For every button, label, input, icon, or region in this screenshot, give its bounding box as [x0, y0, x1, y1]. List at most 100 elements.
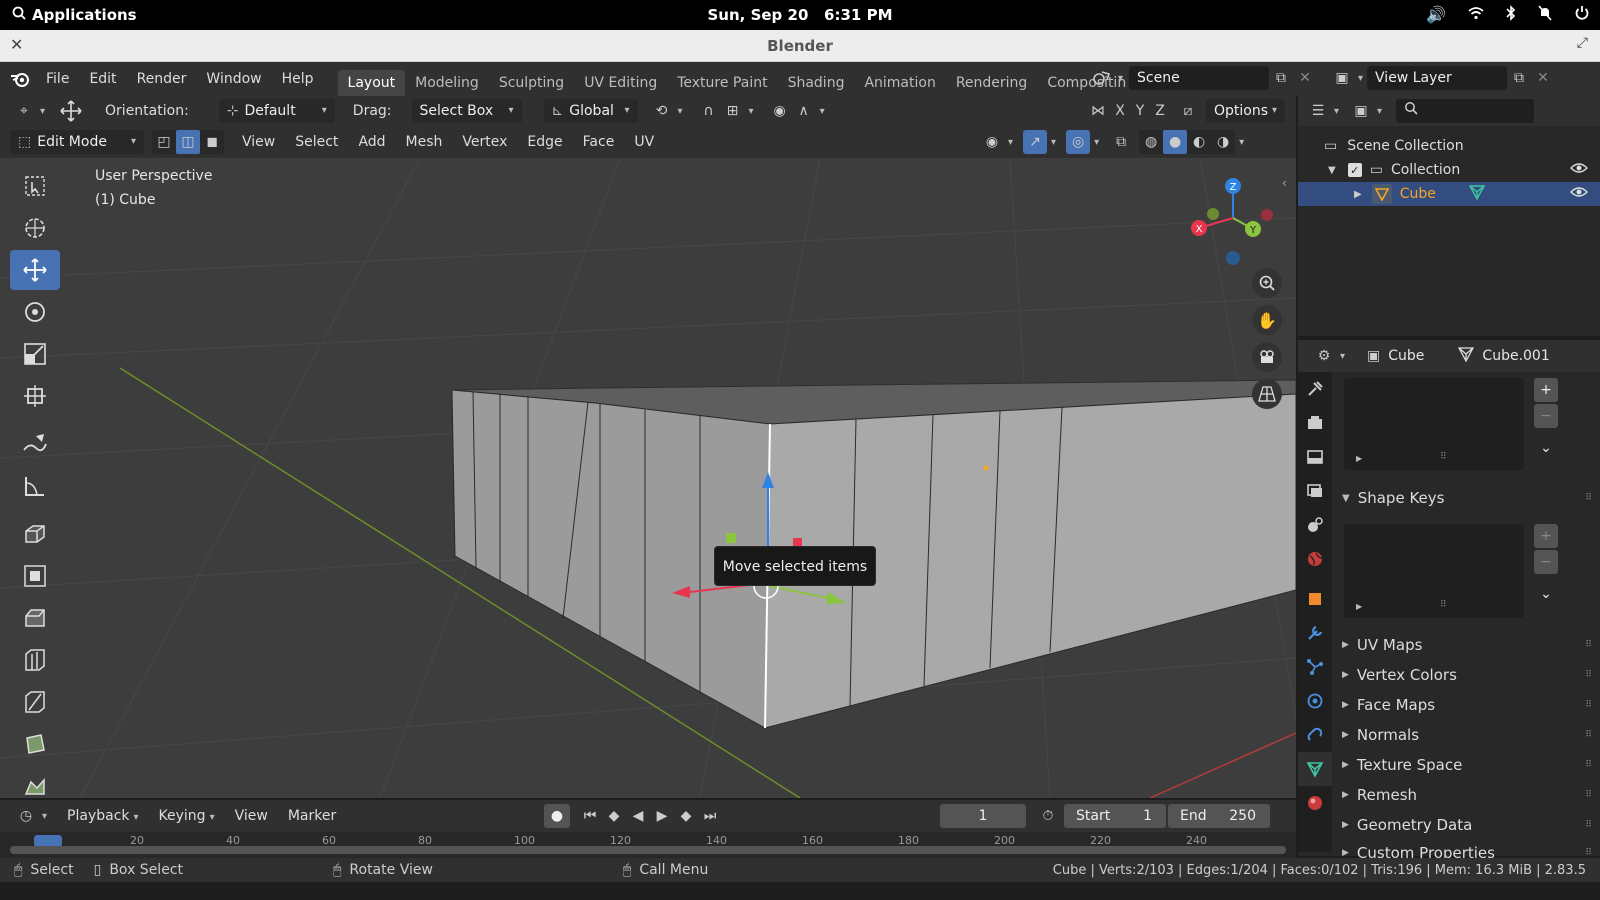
menu-playback[interactable]: Playback ▾	[57, 803, 149, 829]
snap-increment-icon[interactable]: ⊞	[721, 99, 745, 123]
3d-viewport[interactable]: User Perspective (1) Cube Z X Y ‹ ✋	[0, 158, 1296, 798]
material-shading-icon[interactable]: ◐	[1187, 130, 1211, 154]
panel-remesh[interactable]: ▶ Remesh ⠿	[1332, 780, 1600, 810]
play-icon[interactable]: ▶	[650, 804, 674, 828]
perspective-grid-icon[interactable]	[1252, 379, 1282, 409]
menu-select[interactable]: Select	[285, 129, 348, 155]
physics-tab-icon[interactable]	[1298, 684, 1332, 718]
tab-rendering[interactable]: Rendering	[946, 70, 1038, 96]
sidebar-toggle-icon[interactable]: ‹	[1282, 176, 1287, 190]
vertex-select-icon[interactable]: ◰	[152, 130, 176, 154]
visibility-eye-icon[interactable]: ◉	[980, 130, 1004, 154]
delete-view-layer-icon[interactable]: ✕	[1531, 66, 1555, 90]
menu-render[interactable]: Render	[127, 66, 197, 92]
pan-hand-icon[interactable]: ✋	[1252, 305, 1282, 335]
camera-view-icon[interactable]	[1252, 342, 1282, 372]
wifi-icon[interactable]	[1468, 5, 1484, 25]
panel-uv-maps[interactable]: ▶ UV Maps ⠿	[1332, 630, 1600, 660]
view-layer-icon[interactable]: ▣	[1330, 66, 1354, 90]
properties-editor-type-icon[interactable]: ⚙	[1312, 344, 1336, 368]
drag-handle[interactable]: ⠿	[1585, 820, 1592, 830]
menu-edit[interactable]: Edit	[79, 66, 126, 92]
scale-tool-icon[interactable]	[10, 334, 60, 374]
mesh-data-icon[interactable]	[1468, 183, 1486, 205]
panel-vertex-colors[interactable]: ▶ Vertex Colors ⠿	[1332, 660, 1600, 690]
timeline-editor-type-icon[interactable]: ◷	[14, 804, 38, 828]
annotate-tool-icon[interactable]	[10, 424, 60, 464]
vertex-groups-list[interactable]: ▶ ⠿	[1344, 378, 1524, 470]
volume-icon[interactable]: 🔊	[1426, 5, 1446, 25]
tab-shading[interactable]: Shading	[778, 70, 855, 96]
object-tab-icon[interactable]	[1298, 582, 1332, 616]
current-frame-field[interactable]: 1	[940, 804, 1026, 828]
drag-handle[interactable]: ⠿	[1585, 640, 1592, 650]
blender-logo-icon[interactable]	[8, 67, 32, 91]
tab-uv-editing[interactable]: UV Editing	[574, 70, 667, 96]
menu-marker[interactable]: Marker	[278, 803, 346, 829]
display-mode-icon[interactable]: ▣	[1349, 99, 1373, 123]
vertex-group-specials-button[interactable]: ⌄	[1534, 436, 1558, 460]
face-select-icon[interactable]: ◼	[200, 130, 224, 154]
proportional-edit-icon[interactable]: ◉	[768, 99, 792, 123]
orientation-dropdown[interactable]: ⊹ Default ▾	[218, 99, 335, 123]
outliner-search-input[interactable]	[1396, 99, 1535, 123]
falloff-curve-icon[interactable]: ∧	[792, 99, 816, 123]
menu-view[interactable]: View	[232, 129, 285, 155]
outliner-editor-type-icon[interactable]: ☰	[1306, 99, 1330, 123]
drag-handle[interactable]: ⠿	[1585, 760, 1592, 770]
tab-layout[interactable]: Layout	[337, 70, 406, 96]
mirror-z-toggle[interactable]: Z	[1150, 99, 1170, 123]
jump-start-icon[interactable]: ⏮	[578, 804, 602, 828]
list-resize-handle[interactable]: ⠿	[1440, 452, 1447, 462]
menu-help[interactable]: Help	[272, 66, 324, 92]
view-layer-tab-icon[interactable]	[1298, 474, 1332, 508]
rendered-shading-icon[interactable]: ◑	[1211, 130, 1235, 154]
outliner-collection[interactable]: ▼ ✓ ▭ Collection	[1298, 158, 1600, 182]
render-tab-icon[interactable]	[1298, 406, 1332, 440]
new-scene-icon[interactable]: ⧉	[1269, 66, 1293, 90]
tab-modeling[interactable]: Modeling	[405, 70, 489, 96]
snap-magnet-icon[interactable]: ∩	[697, 99, 721, 123]
prev-keyframe-icon[interactable]: ◆	[602, 804, 626, 828]
menu-add[interactable]: Add	[348, 129, 395, 155]
shape-keys-drag-handle[interactable]: ⠿	[1585, 493, 1592, 503]
menu-window[interactable]: Window	[196, 66, 271, 92]
options-dropdown[interactable]: Options ▾	[1206, 99, 1286, 123]
output-tab-icon[interactable]	[1298, 440, 1332, 474]
zoom-icon[interactable]	[1252, 268, 1282, 298]
add-shape-key-button[interactable]: +	[1534, 524, 1558, 548]
solid-shading-icon[interactable]: ●	[1163, 130, 1188, 154]
breadcrumb-mesh[interactable]: Cube.001	[1482, 348, 1549, 364]
menu-timeline-view[interactable]: View	[225, 803, 278, 829]
shape-keys-list-expand-icon[interactable]: ▶	[1356, 602, 1362, 611]
edge-select-icon[interactable]: ◫	[176, 130, 200, 154]
outliner-cube[interactable]: ▶ Cube	[1298, 182, 1600, 206]
cube-visibility-icon[interactable]	[1570, 186, 1588, 202]
inset-tool-icon[interactable]	[10, 556, 60, 596]
move-tool-active-icon[interactable]	[10, 250, 60, 290]
breadcrumb-object[interactable]: Cube	[1388, 348, 1424, 364]
drag-dropdown[interactable]: Select Box ▾	[411, 99, 522, 123]
mirror-x-toggle[interactable]: X	[1110, 99, 1130, 123]
drag-handle[interactable]: ⠿	[1585, 848, 1592, 858]
mode-dropdown[interactable]: ⬚ Edit Mode ▾	[10, 130, 144, 154]
notifications-off-icon[interactable]	[1538, 5, 1552, 25]
play-reverse-icon[interactable]: ◀	[626, 804, 650, 828]
measure-tool-icon[interactable]	[10, 466, 60, 506]
new-view-layer-icon[interactable]: ⧉	[1507, 66, 1531, 90]
menu-vertex[interactable]: Vertex	[452, 129, 517, 155]
tab-animation[interactable]: Animation	[854, 70, 945, 96]
menu-face[interactable]: Face	[573, 129, 625, 155]
extrude-tool-icon[interactable]	[10, 514, 60, 554]
panel-texture-space[interactable]: ▶ Texture Space ⠿	[1332, 750, 1600, 780]
drag-handle[interactable]: ⠿	[1585, 670, 1592, 680]
bluetooth-icon[interactable]	[1506, 5, 1516, 25]
view-layer-field[interactable]: View Layer	[1367, 66, 1508, 90]
jump-end-icon[interactable]: ⏭	[698, 804, 722, 828]
drag-handle[interactable]: ⠿	[1585, 790, 1592, 800]
gizmo-toggle-icon[interactable]: ↗	[1023, 130, 1048, 154]
mirror-y-toggle[interactable]: Y	[1130, 99, 1150, 123]
shape-key-specials-button[interactable]: ⌄	[1534, 582, 1558, 606]
collection-expand-icon[interactable]: ▼	[1328, 165, 1336, 176]
world-tab-icon[interactable]	[1298, 542, 1332, 576]
